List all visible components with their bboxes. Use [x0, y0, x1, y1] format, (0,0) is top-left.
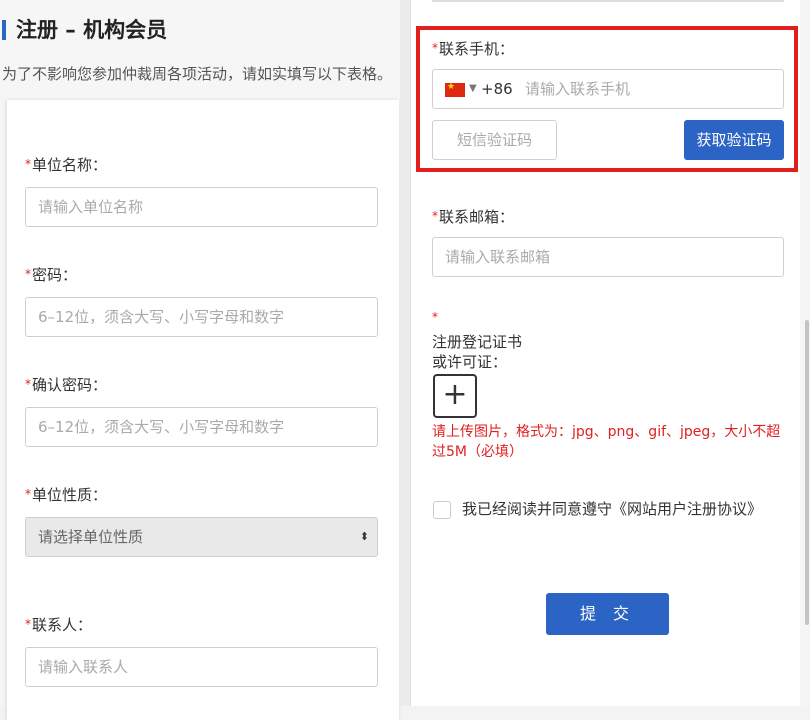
agreement-text[interactable]: 我已经阅读并同意遵守《网站用户注册协议》 — [462, 498, 762, 519]
confirm-password-input[interactable]: 6–12位，须含大写、小写字母和数字 — [25, 407, 378, 447]
title-accent-bar — [2, 20, 6, 40]
certificate-label-line1: 注册登记证书 — [432, 333, 523, 351]
required-mark: * — [432, 209, 438, 223]
org-type-select[interactable]: 请选择单位性质 ⬍ — [25, 517, 378, 557]
panel-divider — [400, 0, 410, 706]
upload-hint: 请上传图片，格式为：jpg、png、gif、jpeg，大小不超过5M（必填） — [432, 424, 781, 460]
confirm-password-placeholder: 6–12位，须含大写、小写字母和数字 — [38, 418, 285, 436]
page-title: 注册 – 机构会员 — [16, 18, 168, 42]
left-panel: 注册 – 机构会员 为了不影响您参加仲裁周各项活动，请如实填写以下表格。 — [0, 0, 400, 720]
email-placeholder: 请输入联系邮箱 — [445, 248, 551, 266]
required-mark: * — [25, 267, 31, 281]
page-subtitle: 为了不影响您参加仲裁周各项活动，请如实填写以下表格。 — [2, 65, 393, 83]
org-name-input[interactable]: 请输入单位名称 — [25, 187, 378, 227]
required-mark: * — [25, 157, 31, 171]
required-mark: * — [25, 617, 31, 631]
org-type-value: 请选择单位性质 — [38, 528, 144, 546]
contact-person-placeholder: 请输入联系人 — [38, 658, 129, 676]
email-input[interactable]: 请输入联系邮箱 — [432, 237, 784, 277]
password-input[interactable]: 6–12位，须含大写、小写字母和数字 — [25, 297, 378, 337]
plus-icon[interactable]: + — [433, 374, 477, 418]
top-field-edge — [432, 0, 784, 2]
updown-chevron-icon: ⬍ — [359, 530, 369, 543]
contact-person-input[interactable]: 请输入联系人 — [25, 647, 378, 687]
submit-button[interactable]: 提 交 — [546, 593, 669, 635]
certificate-required-mark: * — [432, 310, 438, 324]
contact-person-label: *联系人： — [25, 616, 93, 634]
password-label: *密码： — [25, 266, 78, 284]
agreement-checkbox[interactable] — [433, 501, 451, 519]
certificate-label-line2: 或许可证： — [432, 353, 508, 371]
org-name-placeholder: 请输入单位名称 — [38, 198, 144, 216]
org-name-label: *单位名称： — [25, 156, 108, 174]
required-mark: * — [25, 377, 31, 391]
email-label: *联系邮箱： — [432, 208, 515, 226]
confirm-password-label: *确认密码： — [25, 376, 108, 394]
required-mark: * — [25, 487, 31, 501]
highlight-box — [416, 26, 798, 172]
scrollbar-thumb[interactable] — [805, 320, 809, 625]
org-type-label: *单位性质： — [25, 486, 108, 504]
password-placeholder: 6–12位，须含大写、小写字母和数字 — [38, 308, 285, 326]
